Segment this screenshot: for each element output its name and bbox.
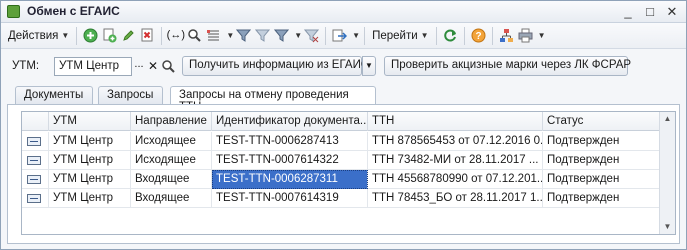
filter-list-icon[interactable] xyxy=(273,27,290,44)
cell-direction[interactable]: Входящее xyxy=(131,170,212,189)
help-icon[interactable]: ? xyxy=(470,27,487,44)
toolbar-separator xyxy=(161,26,163,45)
cell-status[interactable]: Подтвержден xyxy=(543,151,659,170)
table-row[interactable]: УТМ Центр Исходящее TEST-TTN-0006287413 … xyxy=(22,132,659,151)
cell-ttn[interactable]: ТТН 45568780990 от 07.12.201... xyxy=(368,170,543,189)
window-title: Обмен с ЕГАИС xyxy=(27,4,120,18)
column-header-utm[interactable]: УТМ xyxy=(49,112,131,131)
column-header-status[interactable]: Статус xyxy=(543,112,659,131)
find-icon[interactable] xyxy=(186,27,203,44)
table-row[interactable]: УТМ Центр Входящее TEST-TTN-0006287311 Т… xyxy=(22,170,659,189)
cell-ttn[interactable]: ТТН 878565453 от 07.12.2016 0... xyxy=(368,132,543,151)
delete-icon[interactable] xyxy=(139,27,156,44)
utm-select-button[interactable]: ... xyxy=(132,57,146,76)
filter-icon[interactable] xyxy=(235,27,252,44)
cell-document-id[interactable]: TEST-TTN-0007614319 xyxy=(212,189,368,208)
add-icon[interactable] xyxy=(82,27,99,44)
toolbar-separator xyxy=(325,26,327,45)
pair-icon[interactable]: (↔) xyxy=(167,27,185,44)
tab-cancel-ttn-requests[interactable]: Запросы на отмену проведения ТТН xyxy=(170,86,376,113)
cell-utm[interactable]: УТМ Центр xyxy=(49,189,131,208)
toolbar-separator xyxy=(435,26,437,45)
cell-utm[interactable]: УТМ Центр xyxy=(49,132,131,151)
cell-document-id[interactable]: TEST-TTN-0007614322 xyxy=(212,151,368,170)
check-excise-marks-button[interactable]: Проверить акцизные марки через ЛК ФСРАР xyxy=(384,56,631,76)
goto-menu[interactable]: Перейти ▼ xyxy=(369,26,432,46)
actions-menu-label: Действия xyxy=(8,29,59,42)
table-row[interactable]: УТМ Центр Исходящее TEST-TTN-0007614322 … xyxy=(22,151,659,170)
tab-requests[interactable]: Запросы xyxy=(98,86,163,104)
clear-filter-icon[interactable] xyxy=(303,27,320,44)
chevron-down-icon: ▼ xyxy=(61,31,70,40)
get-info-dropdown[interactable]: ▼ xyxy=(362,56,376,76)
app-icon xyxy=(7,5,20,18)
structure-icon[interactable] xyxy=(498,27,515,44)
print-icon[interactable] xyxy=(517,27,534,44)
refresh-icon[interactable] xyxy=(442,27,459,44)
cell-direction[interactable]: Исходящее xyxy=(131,132,212,151)
requests-table: УТМ Направление Идентификатор документа.… xyxy=(21,111,676,235)
close-button[interactable]: ✕ xyxy=(664,4,680,20)
chevron-down-icon[interactable]: ▼ xyxy=(294,31,302,40)
column-header-direction[interactable]: Направление xyxy=(131,112,212,131)
cell-document-id-selected[interactable]: TEST-TTN-0006287311 xyxy=(212,170,368,189)
toolbar: Действия ▼ (↔) ▼ ▼ ▼ Перейти ▼ ? ▼ xyxy=(1,23,686,49)
table-row[interactable]: УТМ Центр Входящее TEST-TTN-0007614319 Т… xyxy=(22,189,659,208)
actions-menu[interactable]: Действия ▼ xyxy=(5,26,72,46)
toolbar-separator xyxy=(76,26,78,45)
egais-exchange-window: Обмен с ЕГАИС _ □ ✕ Действия ▼ (↔) ▼ ▼ ▼… xyxy=(0,0,687,250)
cell-direction[interactable]: Входящее xyxy=(131,189,212,208)
scroll-down-icon[interactable]: ▼ xyxy=(660,220,675,234)
chevron-down-icon: ▼ xyxy=(420,31,429,40)
export-icon[interactable] xyxy=(331,27,348,44)
column-header-ttn[interactable]: ТТН xyxy=(368,112,543,131)
toolbar-separator xyxy=(364,26,366,45)
utm-label: УТМ: xyxy=(12,60,40,72)
utm-input[interactable]: УТМ Центр xyxy=(54,57,132,76)
maximize-button[interactable]: □ xyxy=(642,4,658,20)
title-bar: Обмен с ЕГАИС _ □ ✕ xyxy=(1,1,686,23)
clear-icon[interactable]: ✕ xyxy=(146,57,160,76)
table-header-icon-column xyxy=(22,112,49,131)
row-icon-cell xyxy=(22,170,49,189)
utm-filter-row: УТМ: УТМ Центр ... ✕ Получить информацию… xyxy=(1,53,686,79)
copy-icon[interactable] xyxy=(101,27,118,44)
cell-status[interactable]: Подтвержден xyxy=(543,132,659,151)
edit-icon[interactable] xyxy=(120,27,137,44)
goto-menu-label: Перейти xyxy=(372,29,418,42)
cell-utm[interactable]: УТМ Центр xyxy=(49,170,131,189)
cell-direction[interactable]: Исходящее xyxy=(131,151,212,170)
toolbar-separator xyxy=(463,26,465,45)
filter-options-icon[interactable] xyxy=(254,27,271,44)
column-header-document-id[interactable]: Идентификатор документа... xyxy=(212,112,368,131)
cell-document-id[interactable]: TEST-TTN-0006287413 xyxy=(212,132,368,151)
tab-panel: УТМ Направление Идентификатор документа.… xyxy=(7,104,680,244)
scroll-up-icon[interactable]: ▲ xyxy=(660,112,675,126)
cell-ttn[interactable]: ТТН 78453_БО от 28.11.2017 1... xyxy=(368,189,543,208)
cell-ttn[interactable]: ТТН 73482-МИ от 28.11.2017 ... xyxy=(368,151,543,170)
document-icon xyxy=(27,175,41,184)
row-icon-cell xyxy=(22,151,49,170)
cell-status[interactable]: Подтвержден xyxy=(543,170,659,189)
svg-text:?: ? xyxy=(475,31,481,42)
get-info-button[interactable]: Получить информацию из ЕГАИС xyxy=(182,56,369,76)
document-icon xyxy=(27,156,41,165)
row-icon-cell xyxy=(22,132,49,151)
document-icon xyxy=(27,194,41,203)
document-icon xyxy=(27,137,41,146)
chevron-down-icon[interactable]: ▼ xyxy=(538,31,546,40)
tab-strip: Документы Запросы Запросы на отмену пров… xyxy=(1,86,686,113)
table-header: УТМ Направление Идентификатор документа.… xyxy=(22,112,659,131)
tab-documents[interactable]: Документы xyxy=(15,86,93,104)
search-icon[interactable] xyxy=(160,57,176,76)
minimize-button[interactable]: _ xyxy=(620,4,636,20)
list-icon[interactable] xyxy=(205,27,222,44)
cell-utm[interactable]: УТМ Центр xyxy=(49,151,131,170)
vertical-scrollbar[interactable]: ▲ ▼ xyxy=(659,112,675,234)
row-icon-cell xyxy=(22,189,49,208)
cell-status[interactable]: Подтвержден xyxy=(543,189,659,208)
toolbar-separator xyxy=(491,26,493,45)
chevron-down-icon[interactable]: ▼ xyxy=(352,31,360,40)
chevron-down-icon[interactable]: ▼ xyxy=(226,31,234,40)
